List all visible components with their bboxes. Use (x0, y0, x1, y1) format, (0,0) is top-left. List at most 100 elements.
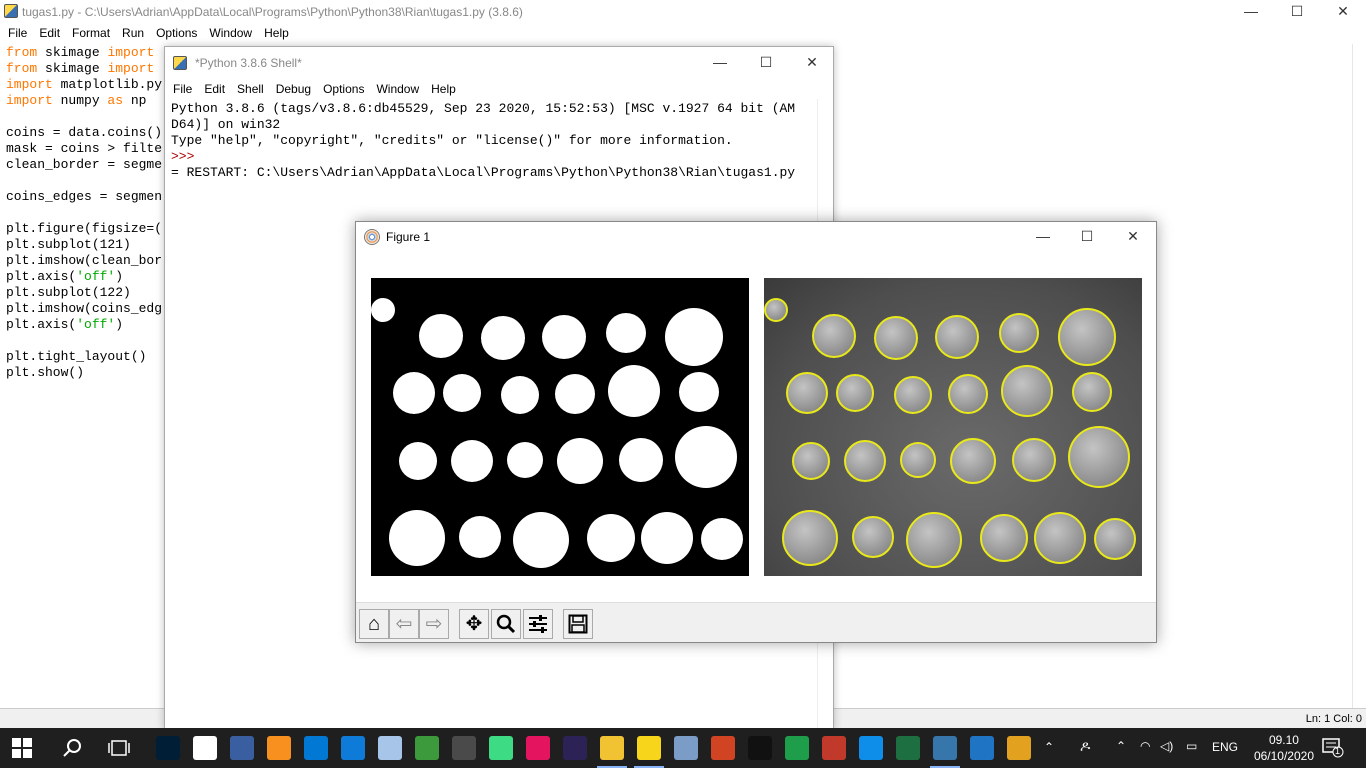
inkscape-icon[interactable] (415, 736, 439, 760)
coin (999, 313, 1039, 353)
coin (608, 365, 660, 417)
tray-overflow-icon[interactable]: ⌃ (1116, 739, 1126, 753)
oo-icon[interactable] (526, 736, 550, 760)
coin (641, 512, 693, 564)
shell-output[interactable]: Python 3.8.6 (tags/v3.8.6:db45529, Sep 2… (171, 101, 795, 181)
minimize-button[interactable]: — (1228, 0, 1274, 24)
code-editor[interactable]: from skimage import from skimage import im… (6, 45, 162, 381)
configure-icon[interactable] (523, 609, 553, 639)
shell-prompt: >>> (171, 149, 195, 164)
volume-icon[interactable]: ◁) (1160, 739, 1173, 753)
matplotlib-icon (364, 229, 380, 245)
minimize-button[interactable]: — (1020, 225, 1066, 249)
battery-icon[interactable]: ▭ (1186, 739, 1197, 753)
coin (948, 374, 988, 414)
virtualbox-icon[interactable] (378, 736, 402, 760)
editor-titlebar[interactable]: tugas1.py - C:\Users\Adrian\AppData\Loca… (0, 0, 1366, 24)
vscode-icon[interactable] (304, 736, 328, 760)
menu-window[interactable]: Window (370, 82, 425, 96)
menu-help[interactable]: Help (425, 82, 462, 96)
figure-toolbar: ⌂ ⇦ ⇨ ✥ (356, 602, 1156, 642)
figure-titlebar[interactable]: Figure 1 — ☐ ✕ (356, 222, 1156, 252)
eclipse-icon[interactable] (563, 736, 587, 760)
minimize-button[interactable]: — (697, 51, 743, 75)
maximize-button[interactable]: ☐ (1274, 0, 1320, 24)
menu-file[interactable]: File (2, 26, 33, 40)
code-line: coins_edges = segmen (6, 189, 163, 204)
editor-scrollbar[interactable] (1352, 44, 1366, 708)
file-explorer-icon[interactable] (597, 736, 627, 768)
task-view-icon[interactable] (108, 738, 130, 758)
menu-format[interactable]: Format (66, 26, 116, 40)
back-icon[interactable]: ⇦ (389, 609, 419, 639)
code-line: from skimage import (6, 61, 155, 76)
save-icon[interactable] (563, 609, 593, 639)
menu-edit[interactable]: Edit (198, 82, 231, 96)
krita-icon[interactable] (822, 736, 846, 760)
coin (419, 314, 463, 358)
clock[interactable]: 09.10 06/10/2020 (1254, 732, 1314, 764)
wifi-icon[interactable]: ◠ (1140, 739, 1150, 753)
coin (507, 442, 543, 478)
devcpp-icon[interactable] (230, 736, 254, 760)
windows-start-icon[interactable] (12, 738, 32, 758)
menu-edit[interactable]: Edit (33, 26, 66, 40)
menu-debug[interactable]: Debug (270, 82, 317, 96)
figure-canvas[interactable] (356, 252, 1156, 602)
language-indicator[interactable]: ENG (1212, 740, 1238, 754)
ccleaner-icon[interactable] (452, 736, 476, 760)
edge-icon[interactable] (341, 736, 365, 760)
coin (950, 438, 996, 484)
chrome-icon[interactable] (193, 736, 217, 760)
coin (459, 516, 501, 558)
menu-options[interactable]: Options (317, 82, 370, 96)
coin (557, 438, 603, 484)
coin (1034, 512, 1086, 564)
excel-icon[interactable] (896, 736, 920, 760)
coin (1058, 308, 1116, 366)
code-line: clean_border = segme (6, 157, 163, 172)
ring-icon[interactable] (785, 736, 809, 760)
menu-window[interactable]: Window (203, 26, 258, 40)
pan-icon[interactable]: ✥ (459, 609, 489, 639)
coin (792, 442, 830, 480)
coin (587, 514, 635, 562)
home-icon[interactable]: ⌂ (359, 609, 389, 639)
notification-icon[interactable]: 1 (1322, 738, 1344, 758)
clock-date: 06/10/2020 (1253, 749, 1314, 763)
maximize-button[interactable]: ☐ (743, 51, 789, 75)
paint3d-icon[interactable] (674, 736, 698, 760)
zoom-icon[interactable] (491, 609, 521, 639)
code-line: plt.subplot(121) (6, 237, 131, 252)
photos-icon[interactable] (970, 736, 994, 760)
maximize-button[interactable]: ☐ (1064, 225, 1110, 249)
menu-options[interactable]: Options (150, 26, 203, 40)
shell-titlebar[interactable]: *Python 3.8.6 Shell* — ☐ ✕ (165, 47, 833, 79)
menu-file[interactable]: File (167, 82, 198, 96)
powerpoint-icon[interactable] (711, 736, 735, 760)
close-button[interactable]: ✕ (1320, 0, 1366, 24)
teamviewer-icon[interactable] (859, 736, 883, 760)
search-icon[interactable] (62, 737, 84, 759)
python-idle-icon[interactable] (930, 736, 960, 768)
close-button[interactable]: ✕ (1110, 225, 1156, 249)
coin (906, 512, 962, 568)
cmd-icon[interactable] (748, 736, 772, 760)
scroll-arrows-icon[interactable]: ⌃ (1044, 740, 1054, 754)
figure-window: Figure 1 — ☐ ✕ ⌂ ⇦ ⇨ ✥ (355, 221, 1157, 643)
menu-run[interactable]: Run (116, 26, 150, 40)
forward-icon[interactable]: ⇨ (419, 609, 449, 639)
video-icon[interactable] (1007, 736, 1031, 760)
menu-shell[interactable]: Shell (231, 82, 270, 96)
close-button[interactable]: ✕ (789, 51, 833, 75)
people-icon[interactable]: ዶ (1080, 738, 1090, 755)
menu-help[interactable]: Help (258, 26, 295, 40)
sticky-notes-icon[interactable] (634, 736, 664, 768)
sublime-icon[interactable] (267, 736, 291, 760)
coin (836, 374, 874, 412)
coin (675, 426, 737, 488)
photoshop-icon[interactable] (156, 736, 180, 760)
android-studio-icon[interactable] (489, 736, 513, 760)
code-line: plt.imshow(coins_edg (6, 301, 163, 316)
code-line: from skimage import (6, 45, 155, 60)
